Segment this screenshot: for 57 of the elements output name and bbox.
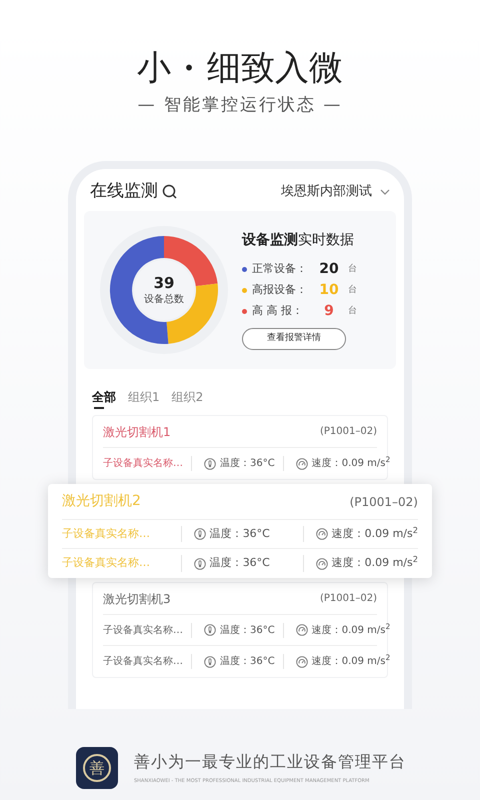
thermometer-icon <box>204 624 216 636</box>
legend-label: 高报设备： <box>252 282 308 298</box>
speed-text: 速度：0.09 m/s$^{2}$ <box>332 555 418 572</box>
headline-text: 小 <box>137 46 172 90</box>
temperature-text: 温度：36°C <box>210 526 270 542</box>
total-label: 设备总数 <box>144 292 184 306</box>
gauge-icon <box>316 558 328 570</box>
legend-label: 正常设备： <box>252 261 308 278</box>
speed-text: 速度：0.09 m/s$^{2}$ <box>312 622 390 638</box>
filter-tab[interactable]: 全部 <box>92 385 116 409</box>
slogan-text: 善小为一最专业的工业设备管理平台 <box>134 751 406 774</box>
subdevice-name: 子设备真实名称… <box>62 526 182 542</box>
thermometer-icon <box>204 656 216 668</box>
filter-tab[interactable]: 组织2 <box>172 385 204 409</box>
legend-count: 20 <box>318 260 340 279</box>
speed-text: 速度：0.09 m/s$^{2}$ <box>332 526 418 542</box>
screen-title: 在线监测 <box>90 180 158 204</box>
subdevice-name: 子设备真实名称… <box>62 555 182 572</box>
gauge-icon <box>296 458 308 470</box>
legend-count: 10 <box>318 281 340 300</box>
thermometer-icon <box>194 528 206 540</box>
legend-label: 高 高 报： <box>252 303 304 320</box>
filter-tab[interactable]: 组织1 <box>128 385 160 409</box>
speed-text: 速度：0.09 m/s$^{2}$ <box>312 654 390 669</box>
device-code: (P1001–02) <box>350 494 418 510</box>
temperature-text: 温度：36°C <box>220 654 275 669</box>
temperature-text: 温度：36°C <box>220 624 275 638</box>
thermometer-icon <box>194 558 206 570</box>
bullet-text: • <box>183 55 195 82</box>
unit-label: 台 <box>348 304 357 318</box>
search-icon[interactable] <box>162 184 178 200</box>
thermometer-icon <box>204 458 216 470</box>
temperature-text: 温度：36°C <box>220 456 275 471</box>
subdevice-name: 子设备真实名称… <box>103 654 192 669</box>
temperature-text: 温度：36°C <box>210 555 270 572</box>
headline-text: 细致入微 <box>206 46 343 90</box>
subdevice-name: 子设备真实名称… <box>103 456 192 471</box>
legend-count: 9 <box>323 302 335 321</box>
device-code: (P1001–02) <box>320 592 377 606</box>
gauge-icon <box>296 624 308 636</box>
alarm-details-button[interactable]: 查看报警详情 <box>242 328 346 350</box>
panel-heading: 设备监测实时数据 <box>242 231 355 250</box>
subtitle-text: — 智能掌控运行状态 — <box>136 94 344 117</box>
gauge-icon <box>316 528 328 540</box>
unit-label: 台 <box>348 262 357 276</box>
subdevice-name: 子设备真实名称… <box>103 622 192 638</box>
chevron-down-icon <box>380 189 390 195</box>
total-count: 39 <box>154 274 174 292</box>
unit-label: 台 <box>348 284 357 297</box>
gauge-icon <box>296 656 308 668</box>
device-code: (P1001–02) <box>320 425 377 439</box>
device-name: 激光切割机2 <box>62 492 141 511</box>
device-name: 激光切割机3 <box>103 590 171 608</box>
logo-character: 善 <box>83 754 111 782</box>
speed-text: 速度：0.09 m/s$^{2}$ <box>312 456 390 471</box>
org-dropdown[interactable]: 埃恩斯内部测试 <box>281 182 390 202</box>
device-name: 激光切割机1 <box>103 424 171 440</box>
